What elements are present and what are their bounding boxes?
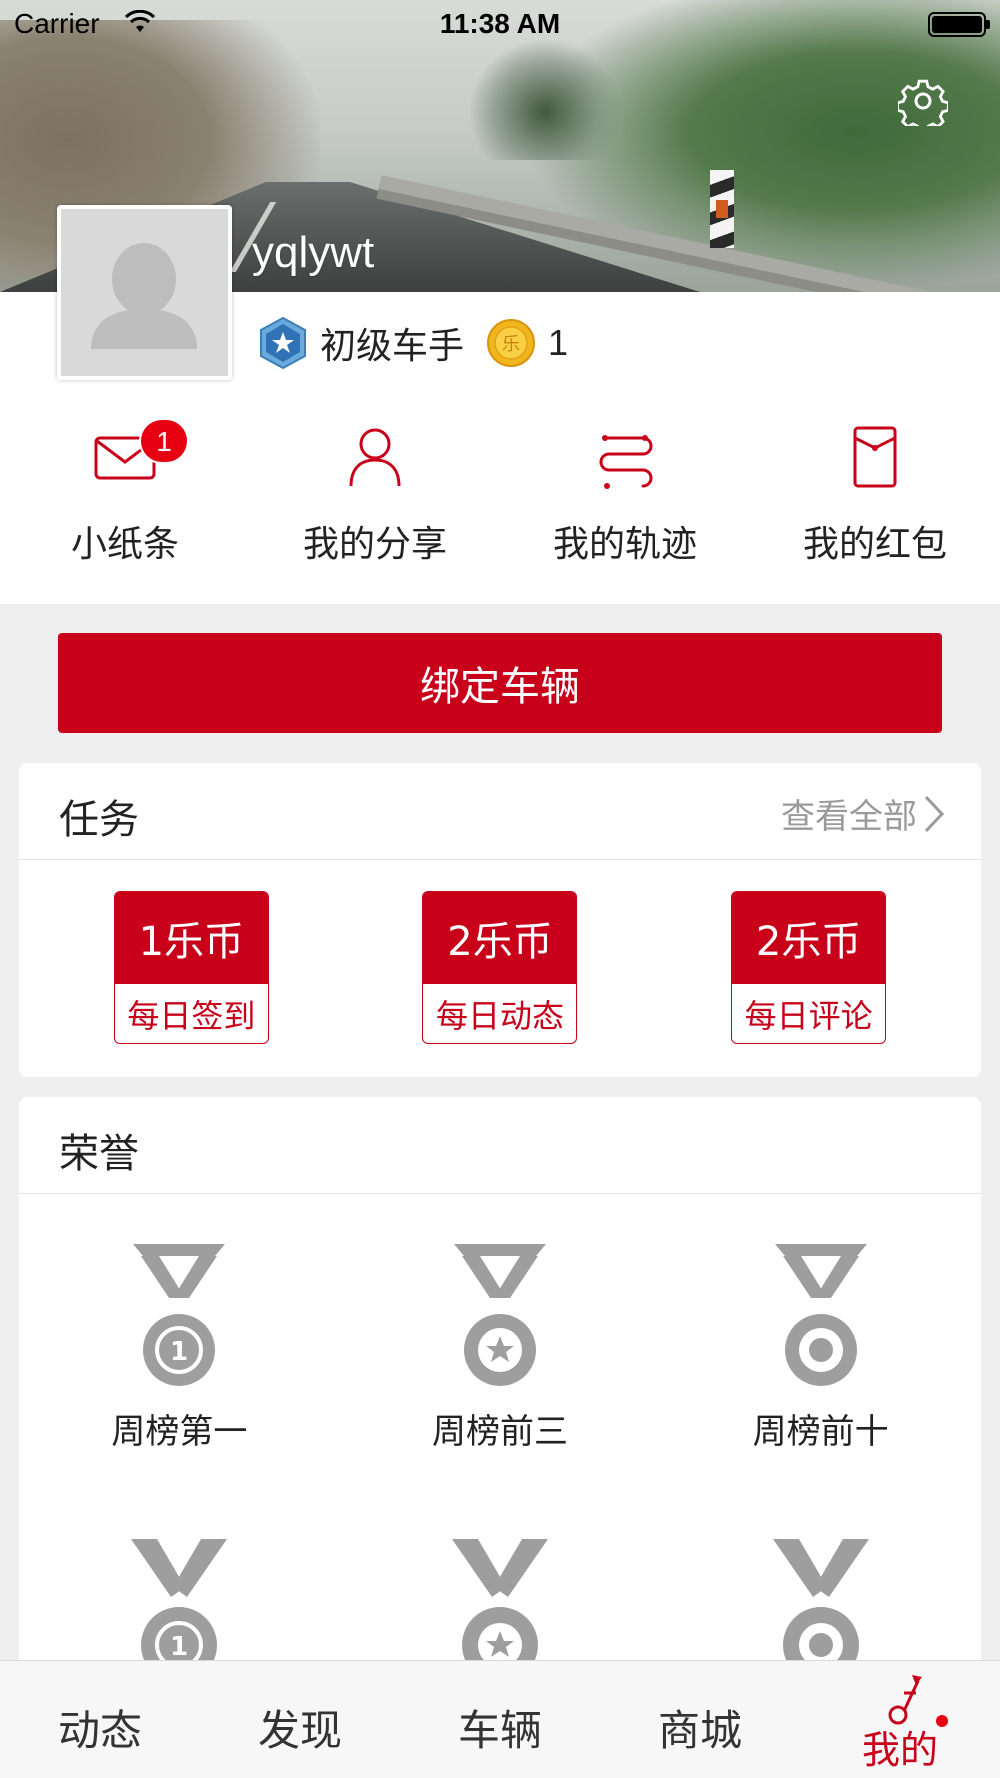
gear-icon (896, 79, 950, 134)
level-name: 初级车手 (320, 326, 465, 367)
svg-text:1: 1 (170, 1337, 188, 1367)
tab-bar: 动态 发现 车辆 商城 我的 (0, 1660, 1000, 1778)
tab-label: 车辆 (457, 1706, 542, 1755)
quick-action-label: 小纸条 (70, 524, 179, 565)
quick-action-red-envelope[interactable]: 我的红包 (750, 420, 1000, 580)
tasks-card: 任务 查看全部 1乐币 每日签到 2乐币 每日动态 2乐币 每日评论 (19, 763, 981, 1077)
svg-text:1: 1 (170, 1632, 188, 1662)
username: yqlywt (252, 228, 375, 277)
tab-notification-dot (936, 1715, 948, 1727)
tasks-header: 任务 查看全部 (19, 763, 981, 860)
le-coin-icon: 乐 (487, 319, 536, 367)
level-row: 初级车手 乐 1 (256, 316, 569, 370)
honor-label: 周榜前十 (752, 1412, 889, 1452)
track-icon (599, 435, 653, 489)
clock: 11:38 AM (439, 8, 561, 39)
tasks-title: 任务 (59, 797, 139, 843)
tab-discover[interactable]: 发现 (200, 1661, 400, 1778)
honor-weekly-top10[interactable]: 周榜前十 (660, 1194, 981, 1489)
tab-feed[interactable]: 动态 (0, 1661, 200, 1778)
status-bar: Carrier 11:38 AM (0, 0, 1000, 50)
medal-ring-icon (774, 1244, 867, 1386)
coin-count: 1 (548, 322, 569, 363)
view-all-label: 查看全部 (781, 797, 917, 837)
task-reward: 2乐币 (732, 892, 886, 984)
unread-badge: 1 (139, 418, 189, 464)
settings-button[interactable] (896, 76, 950, 134)
medal-first-icon: 1 (133, 1244, 226, 1386)
honor-label: 周榜前三 (431, 1412, 568, 1452)
task-name: 每日签到 (127, 997, 256, 1035)
task-daily-comment[interactable]: 2乐币 每日评论 (731, 891, 887, 1044)
avatar[interactable] (57, 205, 232, 380)
task-name: 每日评论 (744, 997, 873, 1035)
tab-label: 发现 (257, 1706, 342, 1755)
motorbike-key-icon (888, 1675, 922, 1725)
level-badge-icon (260, 316, 306, 370)
battery-icon (928, 12, 990, 37)
tab-mall[interactable]: 商城 (600, 1661, 800, 1778)
tab-vehicle[interactable]: 车辆 (400, 1661, 600, 1778)
task-reward: 2乐币 (423, 892, 577, 984)
task-list: 1乐币 每日签到 2乐币 每日动态 2乐币 每日评论 (19, 891, 981, 1044)
quick-action-notes[interactable]: 1 小纸条 (0, 418, 250, 580)
honor-label: 周榜第一 (111, 1412, 248, 1452)
honors-header: 荣誉 (19, 1097, 981, 1194)
honors-title: 荣誉 (59, 1131, 139, 1177)
quick-action-label: 我的分享 (302, 524, 447, 565)
red-envelope-icon (853, 426, 897, 488)
quick-action-my-shares[interactable]: 我的分享 (250, 420, 500, 580)
tab-me[interactable]: 我的 (800, 1661, 1000, 1778)
quick-action-label: 我的红包 (802, 524, 947, 565)
person-icon (349, 428, 401, 487)
medal-star-icon (453, 1244, 546, 1386)
task-name: 每日动态 (435, 997, 564, 1035)
tab-label: 我的 (861, 1728, 938, 1772)
honor-weekly-first[interactable]: 1 周榜第一 (19, 1194, 340, 1489)
task-daily-signin[interactable]: 1乐币 每日签到 (113, 891, 269, 1044)
default-avatar-icon (91, 243, 197, 349)
quick-action-label: 我的轨迹 (552, 524, 697, 565)
view-all-link[interactable]: 查看全部 (781, 789, 945, 838)
task-reward: 1乐币 (114, 892, 268, 984)
svg-text:乐: 乐 (502, 334, 520, 355)
tab-label: 商城 (657, 1706, 742, 1755)
quick-actions: 1 小纸条 我的分享 我的轨迹 我的红包 (0, 418, 1000, 580)
bind-vehicle-button[interactable]: 绑定车辆 (58, 633, 942, 733)
quick-action-my-track[interactable]: 我的轨迹 (500, 420, 750, 580)
chevron-right-icon (924, 795, 945, 832)
honor-weekly-top3[interactable]: 周榜前三 (340, 1194, 661, 1489)
tab-label: 动态 (57, 1706, 142, 1755)
task-daily-post[interactable]: 2乐币 每日动态 (422, 891, 578, 1044)
